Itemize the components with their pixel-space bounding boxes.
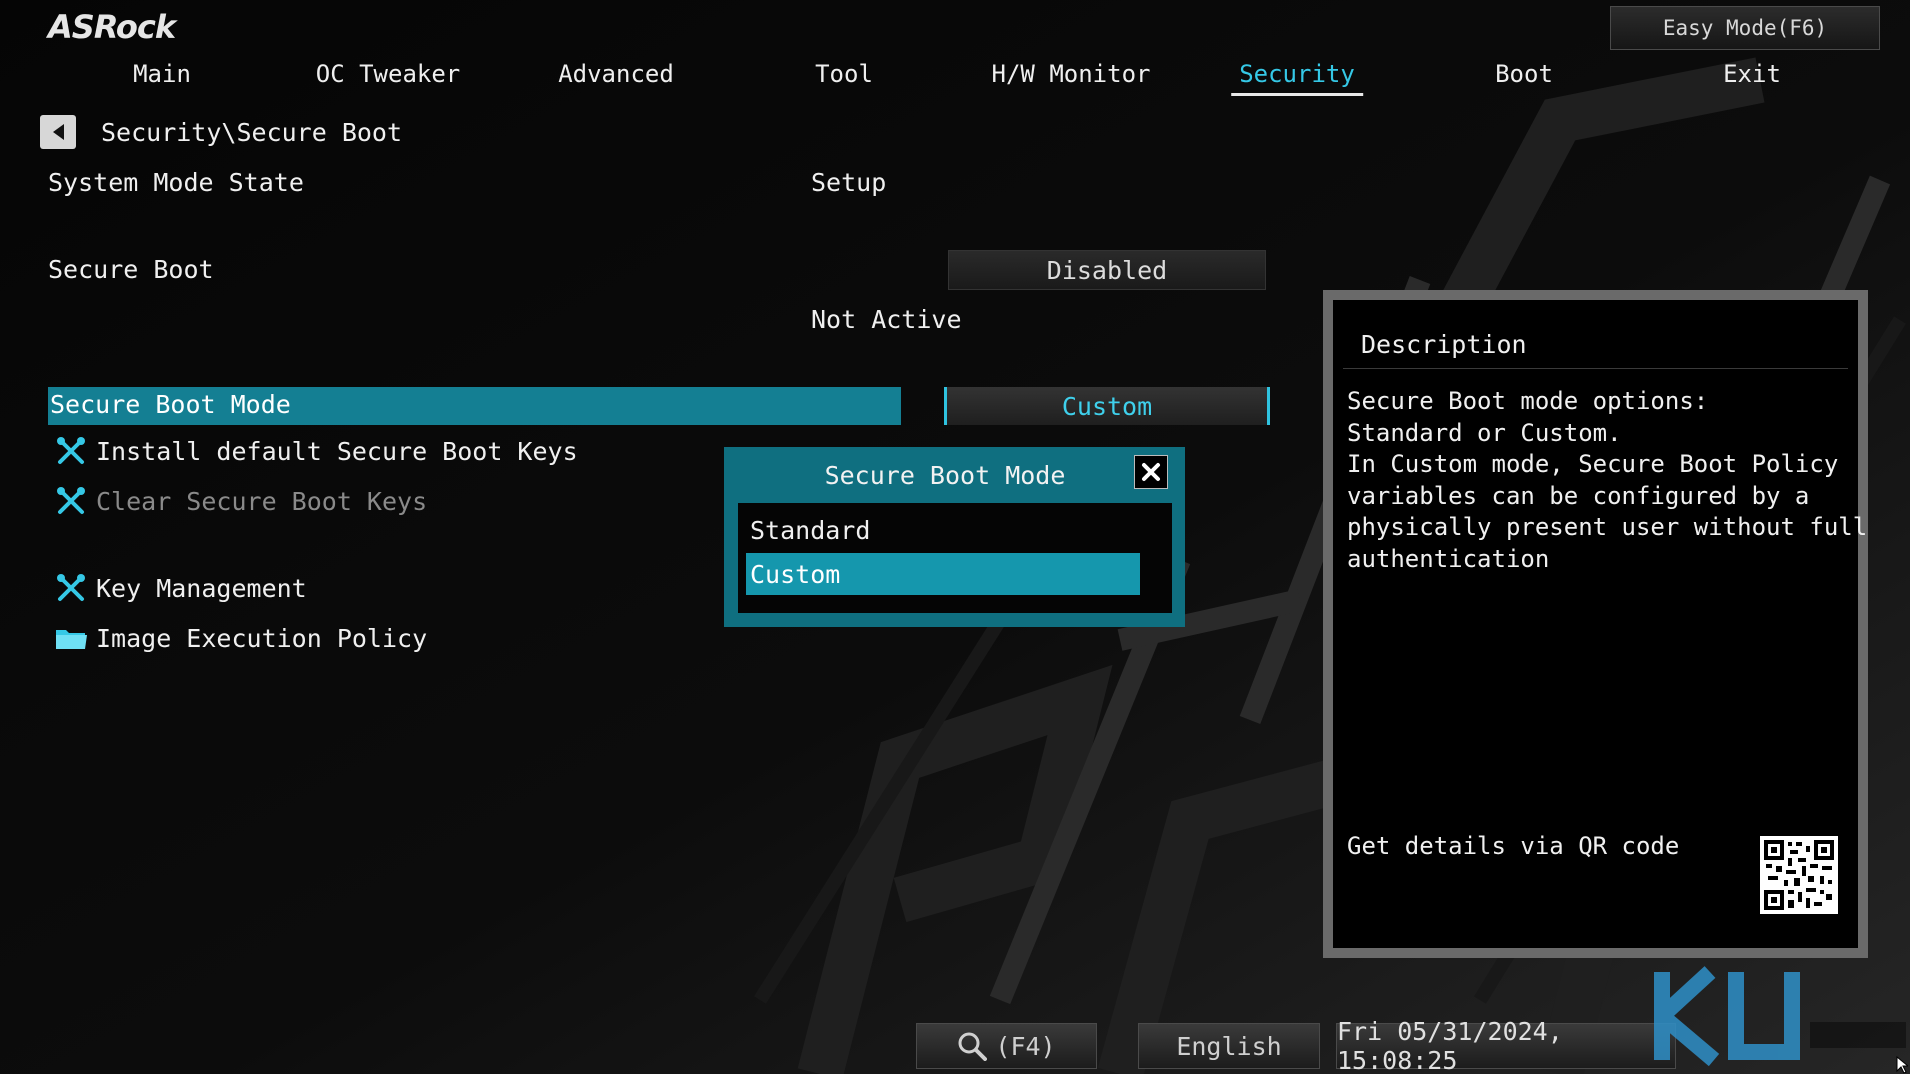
channel-watermark-logo xyxy=(1654,966,1906,1067)
description-line: Secure Boot mode options: xyxy=(1347,387,1709,415)
breadcrumb: Security\Secure Boot xyxy=(101,118,403,147)
popup-option-custom[interactable]: Custom xyxy=(746,553,1140,595)
tab-exit[interactable]: Exit xyxy=(1723,60,1781,96)
description-text: Secure Boot mode options: Standard or Cu… xyxy=(1347,386,1868,575)
bios-screen: ASRock Easy Mode(F6) Main OC Tweaker Adv… xyxy=(0,0,1910,1074)
description-line: variables can be configured by a xyxy=(1347,481,1810,510)
folder-icon xyxy=(54,621,88,655)
tab-main[interactable]: Main xyxy=(133,60,191,96)
tab-hw-monitor[interactable]: H/W Monitor xyxy=(992,60,1151,96)
menu-item-label: Key Management xyxy=(96,573,307,603)
clear-secure-boot-keys-item: Clear Secure Boot Keys xyxy=(54,483,427,519)
system-mode-state-label: System Mode State xyxy=(48,168,304,197)
description-panel: Description Secure Boot mode options: St… xyxy=(1323,290,1868,958)
close-icon xyxy=(1142,463,1160,481)
back-button[interactable] xyxy=(40,115,76,149)
secure-boot-label: Secure Boot xyxy=(48,255,214,284)
menu-item-label: Install default Secure Boot Keys xyxy=(96,436,578,466)
popup-option-standard[interactable]: Standard xyxy=(746,509,1140,551)
qr-code-image xyxy=(1760,836,1838,914)
description-title: Description xyxy=(1361,330,1527,359)
search-icon xyxy=(958,1032,988,1061)
system-mode-state-value: Setup xyxy=(811,168,887,197)
asrock-logo: ASRock xyxy=(48,8,176,46)
qr-code-label: Get details via QR code xyxy=(1347,832,1680,860)
tab-advanced[interactable]: Advanced xyxy=(558,60,674,96)
system-clock: Fri 05/31/2024, 15:08:25 xyxy=(1336,1017,1676,1074)
secure-boot-mode-label: Secure Boot Mode xyxy=(50,390,291,419)
secure-boot-mode-value[interactable]: Custom xyxy=(944,387,1270,425)
install-default-keys-item[interactable]: Install default Secure Boot Keys xyxy=(54,433,578,469)
language-button[interactable]: English xyxy=(1138,1023,1320,1069)
tab-tool[interactable]: Tool xyxy=(815,60,873,96)
tab-boot[interactable]: Boot xyxy=(1495,60,1553,96)
mouse-cursor-icon xyxy=(1896,1056,1908,1074)
search-shortcut-label: (F4) xyxy=(995,1031,1056,1061)
menu-item-label: Clear Secure Boot Keys xyxy=(96,486,428,516)
description-line: In Custom mode, Secure Boot Policy xyxy=(1347,450,1839,478)
image-execution-policy-item[interactable]: Image Execution Policy xyxy=(54,620,427,656)
description-line: physically present user without full xyxy=(1347,513,1868,541)
arrow-left-icon xyxy=(53,124,64,140)
description-line: authentication xyxy=(1347,544,1550,573)
secure-boot-status: Not Active xyxy=(811,305,962,334)
secure-boot-mode-popup: Secure Boot Mode Standard Custom xyxy=(724,447,1185,627)
tools-icon xyxy=(54,571,88,605)
tab-security[interactable]: Security xyxy=(1231,60,1363,96)
easy-mode-button[interactable]: Easy Mode(F6) xyxy=(1610,6,1880,50)
tools-icon xyxy=(54,434,88,468)
secure-boot-value: Disabled xyxy=(948,250,1266,290)
search-button[interactable]: (F4) xyxy=(916,1023,1097,1069)
popup-close-button[interactable] xyxy=(1134,455,1168,489)
menu-item-label: Image Execution Policy xyxy=(96,623,428,653)
popup-title: Secure Boot Mode xyxy=(824,461,1066,490)
tools-icon xyxy=(54,484,88,518)
description-divider xyxy=(1343,368,1848,369)
description-line: Standard or Custom. xyxy=(1347,418,1622,447)
popup-option-list: Standard Custom xyxy=(738,503,1172,613)
key-management-item[interactable]: Key Management xyxy=(54,570,307,606)
tab-oc-tweaker[interactable]: OC Tweaker xyxy=(316,60,461,96)
